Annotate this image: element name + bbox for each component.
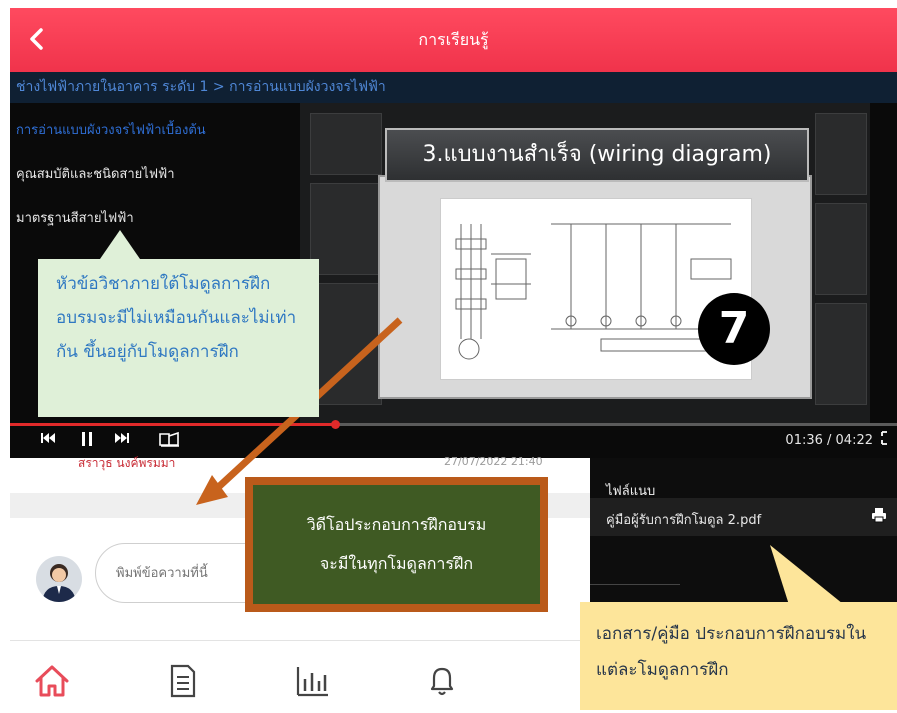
topics-callout: หัวข้อวิชาภายใต้โมดูลการฝึกอบรมจะมีไม่เห…: [38, 259, 319, 417]
video-callout-line: วิดีโอประกอบการฝึกอบรม: [306, 514, 487, 534]
video-callout: วิดีโอประกอบการฝึกอบรม จะมีในทุกโมดูลการ…: [245, 477, 548, 612]
callout-tail: [770, 545, 848, 608]
video-callout-body: วิดีโอประกอบการฝึกอบรม จะมีในทุกโมดูลการ…: [253, 485, 540, 604]
video-callout-line: จะมีในทุกโมดูลการฝึก: [319, 553, 474, 573]
callout-tail: [100, 230, 140, 259]
documents-callout: เอกสาร/คู่มือ ประกอบการฝึกอบรมในแต่ละโมด…: [580, 602, 897, 710]
